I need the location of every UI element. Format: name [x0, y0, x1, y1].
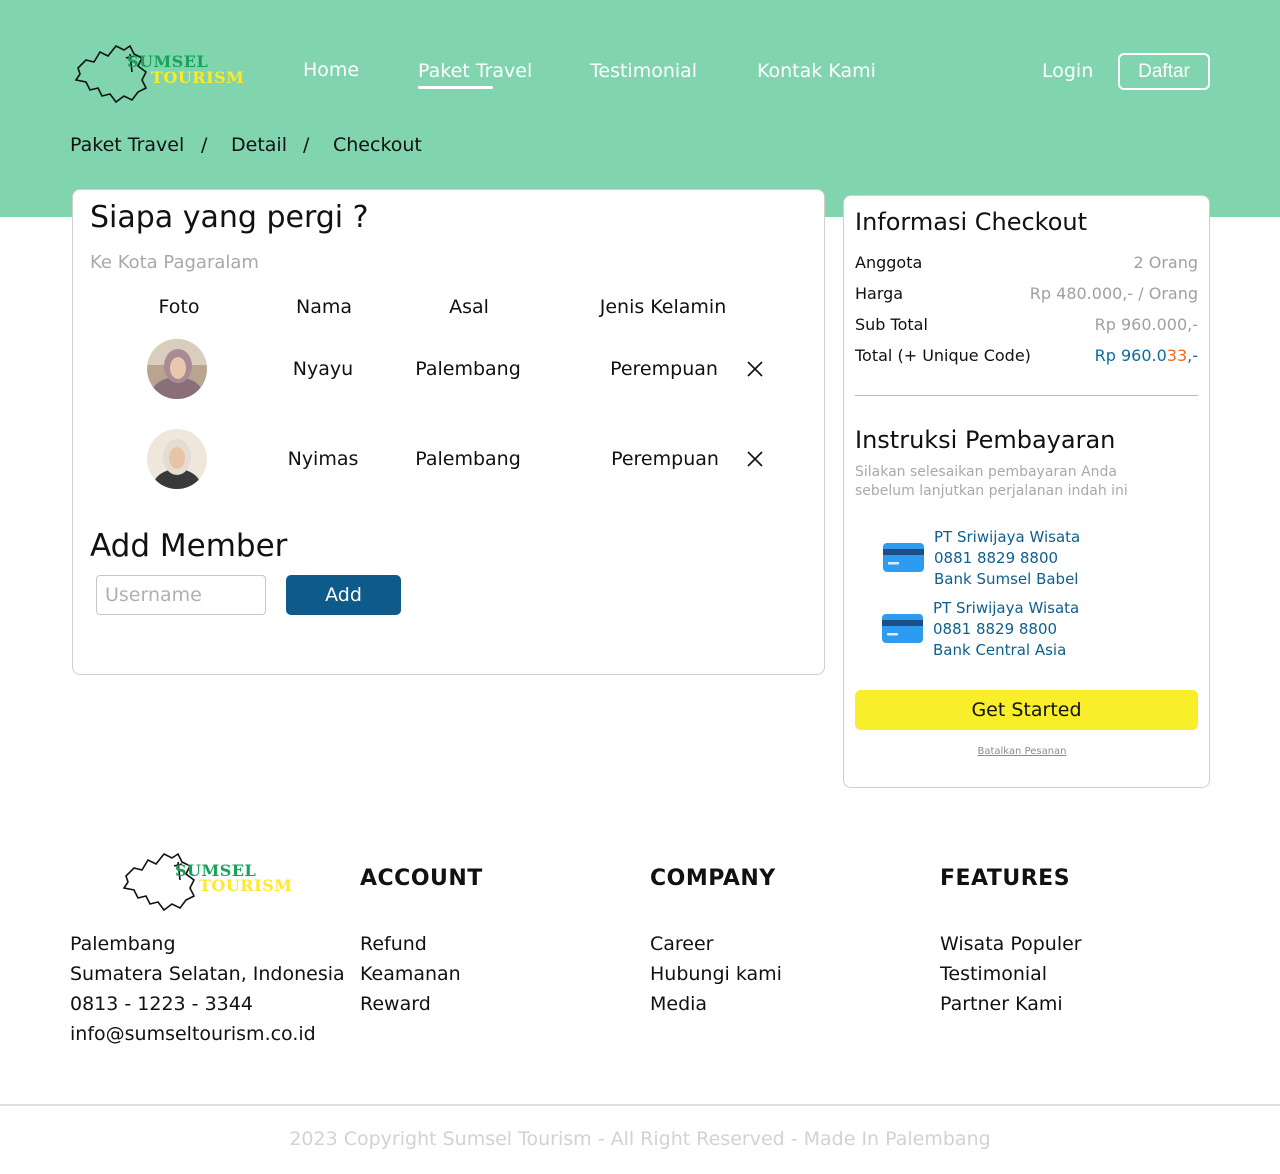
footer-link-keamanan[interactable]: Keamanan	[360, 963, 461, 985]
bank-account-number: 0881 8829 8800	[933, 620, 1058, 638]
remove-member-icon[interactable]	[746, 360, 764, 378]
checkout-label: Total (+ Unique Code)	[855, 346, 1031, 365]
register-button[interactable]: Daftar	[1118, 53, 1210, 90]
checkout-label: Anggota	[855, 253, 923, 272]
get-started-button[interactable]: Get Started	[855, 690, 1198, 730]
credit-card-icon	[883, 543, 924, 572]
footer-link-hubungi[interactable]: Hubungi kami	[650, 963, 782, 985]
members-card: Siapa yang pergi ? Ke Kota Pagaralam Fot…	[72, 189, 825, 675]
add-member-title: Add Member	[90, 528, 288, 564]
bank-holder: PT Sriwijaya Wisata	[933, 599, 1080, 617]
breadcrumb-separator: /	[201, 134, 208, 156]
remove-member-icon[interactable]	[746, 450, 764, 468]
footer-link-reward[interactable]: Reward	[360, 993, 431, 1015]
checkout-row-price: Harga Rp 480.000,- / Orang	[855, 284, 1198, 303]
checkout-label: Harga	[855, 284, 904, 303]
unique-code: 33	[1166, 346, 1188, 365]
footer-link-refund[interactable]: Refund	[360, 933, 427, 955]
payment-description: Silakan selesaikan pembayaran Anda sebel…	[855, 464, 1128, 499]
checkout-value: Rp 480.000,- / Orang	[1029, 284, 1198, 303]
nav-kontak-kami[interactable]: Kontak Kami	[757, 60, 876, 82]
breadcrumb-checkout: Checkout	[333, 134, 422, 156]
footer-link-partner[interactable]: Partner Kami	[940, 993, 1063, 1015]
footer-address-region: Sumatera Selatan, Indonesia	[70, 963, 345, 985]
member-name: Nyayu	[292, 358, 354, 380]
member-gender: Perempuan	[611, 448, 719, 470]
footer-link-wisata-populer[interactable]: Wisata Populer	[940, 933, 1082, 955]
checkout-value: 2 Orang	[1133, 253, 1198, 272]
breadcrumb-paket-travel[interactable]: Paket Travel	[70, 134, 184, 156]
member-origin: Palembang	[415, 448, 521, 470]
login-link[interactable]: Login	[1042, 60, 1093, 82]
nav-paket-travel[interactable]: Paket Travel	[418, 60, 532, 89]
brand-line-2: TOURISM	[199, 876, 293, 895]
nav-home[interactable]: Home	[303, 59, 359, 81]
sumsel-map-icon	[122, 852, 196, 912]
members-title: Siapa yang pergi ?	[90, 200, 369, 235]
member-origin: Palembang	[415, 358, 521, 380]
total-amount: Rp 960.0	[1094, 346, 1167, 365]
member-gender: Perempuan	[610, 358, 718, 380]
checkout-total-value: Rp 960.033,-	[1095, 346, 1198, 365]
member-avatar	[147, 429, 207, 489]
column-header-foto: Foto	[158, 296, 200, 318]
footer-link-media[interactable]: Media	[650, 993, 707, 1015]
footer-link-career[interactable]: Career	[650, 933, 714, 955]
checkout-row-subtotal: Sub Total Rp 960.000,-	[855, 315, 1198, 334]
copyright-text: 2023 Copyright Sumsel Tourism - All Righ…	[289, 1128, 991, 1150]
credit-card-icon	[882, 614, 923, 643]
footer-address-city: Palembang	[70, 933, 176, 955]
checkout-value: Rp 960.000,-	[1094, 315, 1198, 334]
checkout-label: Sub Total	[855, 315, 928, 334]
checkout-card: Informasi Checkout Anggota 2 Orang Harga…	[843, 195, 1210, 788]
username-input[interactable]	[96, 575, 266, 615]
footer-logo[interactable]: SUMSEL TOURISM	[120, 850, 292, 912]
footer-heading-company: COMPANY	[650, 866, 776, 891]
checkout-title: Informasi Checkout	[855, 208, 1088, 236]
bank-details: PT Sriwijaya Wisata 0881 8829 8800 Bank …	[933, 598, 1079, 661]
bank-name: Bank Central Asia	[933, 641, 1067, 659]
footer-heading-features: FEATURES	[940, 866, 1071, 891]
payment-title: Instruksi Pembayaran	[855, 426, 1116, 454]
hero-banner	[0, 0, 1280, 217]
divider	[855, 395, 1198, 396]
member-name: Nyimas	[287, 448, 359, 470]
total-suffix: ,-	[1187, 346, 1198, 365]
checkout-row-members: Anggota 2 Orang	[855, 253, 1198, 272]
column-header-jenis-kelamin: Jenis Kelamin	[599, 296, 727, 318]
footer-phone: 0813 - 1223 - 3344	[70, 993, 253, 1015]
footer-heading-account: ACCOUNT	[360, 866, 483, 891]
footer-email[interactable]: info@sumseltourism.co.id	[70, 1023, 316, 1045]
member-avatar	[147, 339, 207, 399]
column-header-nama: Nama	[295, 296, 353, 318]
nav-testimonial[interactable]: Testimonial	[590, 60, 697, 82]
breadcrumb-separator: /	[303, 134, 310, 156]
footer-link-testimonial[interactable]: Testimonial	[940, 963, 1047, 985]
footer-divider	[0, 1104, 1280, 1106]
destination-subtitle: Ke Kota Pagaralam	[90, 252, 259, 273]
breadcrumb-detail[interactable]: Detail	[231, 134, 287, 156]
brand-line-2: TOURISM	[151, 68, 245, 87]
cancel-order-link[interactable]: Batalkan Pesanan	[844, 746, 1200, 757]
column-header-asal: Asal	[449, 296, 489, 318]
checkout-row-total: Total (+ Unique Code) Rp 960.033,-	[855, 346, 1198, 365]
bank-account-number: 0881 8829 8800	[934, 549, 1059, 567]
bank-holder: PT Sriwijaya Wisata	[934, 528, 1081, 546]
brand-logo[interactable]: SUMSEL TOURISM	[72, 42, 244, 104]
bank-name: Bank Sumsel Babel	[934, 570, 1079, 588]
bank-details: PT Sriwijaya Wisata 0881 8829 8800 Bank …	[934, 527, 1080, 590]
add-member-button[interactable]: Add	[286, 575, 401, 615]
